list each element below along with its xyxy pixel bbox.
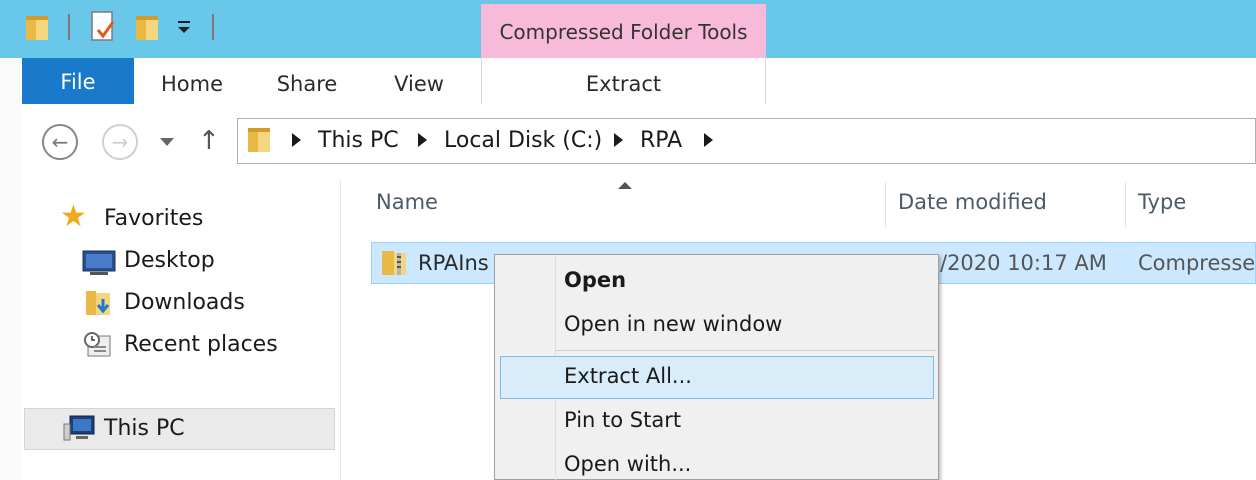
downloads-icon — [84, 287, 114, 319]
column-header-type[interactable]: Type — [1138, 190, 1186, 214]
breadcrumb-arrow-icon[interactable] — [418, 133, 427, 147]
recent-places-icon — [82, 330, 114, 360]
breadcrumb-local-disk[interactable]: Local Disk (C:) — [444, 128, 602, 153]
favorites-star-icon: ★ — [60, 199, 87, 234]
zip-folder-icon — [380, 247, 410, 279]
customize-toolbar-icon[interactable] — [176, 18, 192, 36]
folder-icon[interactable] — [24, 12, 50, 42]
breadcrumb-rpa[interactable]: RPA — [640, 128, 682, 153]
nav-recent-places[interactable]: Recent places — [124, 332, 278, 357]
up-arrow-icon[interactable]: ↑ — [198, 126, 220, 156]
menu-separator — [556, 350, 936, 351]
nav-this-pc[interactable]: This PC — [104, 416, 185, 441]
menu-item-extract-all[interactable]: Extract All... — [564, 364, 692, 388]
desktop-icon — [82, 250, 116, 276]
nav-downloads[interactable]: Downloads — [124, 290, 245, 315]
tab-home[interactable]: Home — [148, 58, 236, 104]
menu-item-open-with[interactable]: Open with... — [564, 452, 691, 476]
tab-share[interactable]: Share — [264, 58, 350, 104]
back-arrow-icon: ← — [51, 130, 69, 154]
menu-item-open[interactable]: Open — [564, 268, 626, 292]
new-folder-icon[interactable] — [134, 12, 160, 42]
nav-favorites[interactable]: Favorites — [104, 206, 203, 231]
column-divider[interactable] — [885, 182, 886, 228]
file-name: RPAIns — [418, 251, 489, 275]
column-header-name[interactable]: Name — [376, 190, 438, 214]
file-type: Compresse — [1138, 251, 1256, 275]
forward-button[interactable]: → — [102, 124, 138, 160]
breadcrumb-arrow-icon[interactable] — [704, 133, 713, 147]
window-edge — [0, 58, 23, 480]
recent-locations-icon[interactable] — [160, 138, 174, 146]
tab-view[interactable]: View — [378, 58, 460, 104]
sort-ascending-icon — [618, 182, 632, 189]
this-pc-icon — [62, 414, 96, 444]
forward-arrow-icon: → — [111, 130, 129, 154]
column-divider[interactable] — [1125, 182, 1126, 228]
nav-desktop[interactable]: Desktop — [124, 248, 215, 273]
tab-file[interactable]: File — [22, 58, 134, 104]
breadcrumb-arrow-icon[interactable] — [292, 133, 301, 147]
contextual-tab-header: Compressed Folder Tools — [481, 4, 766, 58]
column-header-date-modified[interactable]: Date modified — [898, 190, 1047, 214]
back-button[interactable]: ← — [42, 124, 78, 160]
file-date-modified: /2020 10:17 AM — [940, 251, 1107, 275]
menu-item-pin-to-start[interactable]: Pin to Start — [564, 408, 681, 432]
menu-item-open-new-window[interactable]: Open in new window — [564, 312, 782, 336]
breadcrumb-arrow-icon[interactable] — [614, 133, 623, 147]
tab-extract[interactable]: Extract — [481, 58, 766, 104]
properties-icon[interactable] — [90, 10, 118, 44]
address-folder-icon — [246, 124, 272, 154]
breadcrumb-this-pc[interactable]: This PC — [318, 128, 399, 153]
